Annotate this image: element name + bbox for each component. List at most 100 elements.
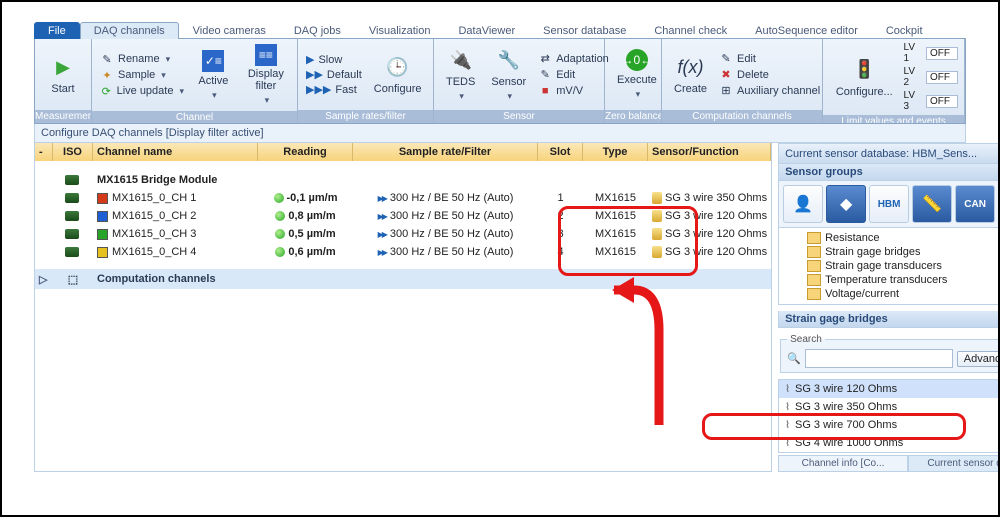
execute-zero-button[interactable]: →0← Execute▾ [611, 47, 663, 102]
channel-row[interactable]: MX1615_0_CH 3 0,5 µm/m ▶▶300 Hz / BE 50 … [35, 225, 771, 243]
folder-icon [807, 260, 821, 272]
status-led-icon [275, 247, 285, 257]
menu-tab-daq-jobs[interactable]: DAQ jobs [280, 22, 355, 39]
sensor-list-item[interactable]: ⌇SG 4 wire 1000 Ohms [779, 434, 1000, 452]
group-hbm-icon[interactable]: HBM [869, 185, 909, 223]
channel-color-icon [97, 193, 108, 204]
channel-color-icon [97, 247, 108, 258]
lv1-row[interactable]: LV 1OFF [904, 42, 958, 64]
sensor-list: ⌇SG 3 wire 120 Ohms ⌇SG 3 wire 350 Ohms … [778, 379, 1000, 453]
col-sensor[interactable]: Sensor/Function [648, 143, 771, 161]
play-icon: ▶ [50, 54, 76, 80]
tab-current-sensor[interactable]: Current sensor dat... [908, 455, 1000, 472]
configure-rates-button[interactable]: 🕒 Configure [368, 52, 428, 97]
channel-color-icon [97, 229, 108, 240]
module-row[interactable]: MX1615 Bridge Module [35, 171, 771, 189]
channel-row[interactable]: MX1615_0_CH 1 -0,1 µm/m ▶▶300 Hz / BE 50… [35, 189, 771, 207]
sensor-list-item[interactable]: ⌇SG 3 wire 350 Ohms [779, 398, 1000, 416]
live-update-button[interactable]: ⟳Live update▾ [98, 84, 186, 98]
menu-tab-channel-check[interactable]: Channel check [640, 22, 741, 39]
sensor-button[interactable]: 🔧 Sensor▾ [485, 45, 532, 104]
fast-button[interactable]: ▶▶▶ Fast [304, 83, 364, 96]
chevron-down-icon: ▾ [166, 54, 171, 65]
menu-tab-visualization[interactable]: Visualization [355, 22, 445, 39]
sensor-groups-title: Sensor groups [778, 164, 1000, 181]
tree-item[interactable]: Strain gage transducers [807, 259, 1000, 273]
chevron-down-icon: ▾ [508, 91, 513, 102]
menu-tab-daq-channels[interactable]: DAQ channels [80, 22, 179, 39]
edit-icon: ✎ [538, 68, 552, 82]
sensor-list-item[interactable]: ⌇SG 3 wire 700 Ohms [779, 416, 1000, 434]
chevron-down-icon: ▾ [179, 86, 184, 97]
sensor-list-item[interactable]: ⌇SG 3 wire 120 Ohms [779, 380, 1000, 398]
chevron-down-icon: ▾ [265, 95, 270, 106]
group-comp-label: Computation channels [662, 110, 822, 123]
fast-forward-icon: ▶▶ [378, 248, 386, 257]
start-label: Start [51, 83, 74, 95]
display-filter-button[interactable]: ≡≡ Display filter▾ [241, 42, 291, 108]
sensor-edit-button[interactable]: ✎Edit [536, 68, 611, 82]
main-menu: File DAQ channels Video cameras DAQ jobs… [34, 20, 966, 38]
tree-item[interactable]: Voltage/current [807, 287, 1000, 301]
fast-forward-icon: ▶▶ [378, 212, 386, 221]
col-name[interactable]: Channel name [93, 143, 258, 161]
rename-button[interactable]: ✎Rename▾ [98, 52, 186, 66]
comp-edit-button[interactable]: ✎Edit [717, 52, 822, 66]
slow-button[interactable]: ▶ Slow [304, 53, 364, 66]
tab-channel-info[interactable]: Channel info [Co... [778, 455, 908, 472]
col-iso[interactable]: ISO [53, 143, 93, 161]
lv3-row[interactable]: LV 3OFF [904, 90, 958, 112]
menu-tab-autoseq[interactable]: AutoSequence editor [741, 22, 872, 39]
advanced-button[interactable]: Advanced... [957, 351, 1000, 367]
device-icon [65, 247, 79, 257]
tree-item[interactable]: Strain gage bridges [807, 245, 1000, 259]
menu-tab-dataviewer[interactable]: DataViewer [444, 22, 529, 39]
traffic-light-icon: 🚦 [851, 57, 877, 83]
computation-row[interactable]: ▷⬚ Computation channels [35, 269, 771, 289]
sample-button[interactable]: ✦Sample▾ [98, 68, 186, 82]
aux-icon: ⊞ [719, 84, 733, 98]
create-comp-button[interactable]: f(x) Create [668, 52, 713, 97]
tree-item[interactable]: Resistance [807, 231, 1000, 245]
search-input[interactable] [805, 349, 953, 368]
group-channel-label: Channel [92, 111, 297, 123]
filter-icon: ≡≡ [255, 44, 277, 66]
fx-icon: f(x) [678, 54, 704, 80]
channel-row[interactable]: MX1615_0_CH 4 0,6 µm/m ▶▶300 Hz / BE 50 … [35, 243, 771, 261]
db-icon [652, 192, 662, 204]
lv2-row[interactable]: LV 2OFF [904, 66, 958, 88]
subheader: Configure DAQ channels [Display filter a… [34, 124, 966, 143]
search-icon: 🔍 [787, 352, 801, 365]
limit-configure-button[interactable]: 🚦 Configure... [829, 55, 900, 100]
sample-icon: ✦ [100, 68, 114, 82]
mvv-button[interactable]: ■mV/V [536, 84, 611, 98]
tree-item[interactable]: Temperature transducers [807, 273, 1000, 287]
active-button[interactable]: ✓≡ Active▾ [190, 48, 237, 103]
menu-tab-sensor-db[interactable]: Sensor database [529, 22, 640, 39]
menu-tab-video[interactable]: Video cameras [179, 22, 280, 39]
default-button[interactable]: ▶▶ Default [304, 68, 364, 81]
col-type[interactable]: Type [583, 143, 648, 161]
group-limit-label: Limit values and events [823, 115, 964, 123]
sensor-tree: ResistanceStrain gage bridgesStrain gage… [778, 228, 1000, 305]
aux-channel-button[interactable]: ⊞Auxiliary channel [717, 84, 822, 98]
col-rate[interactable]: Sample rate/Filter [353, 143, 538, 161]
menu-file[interactable]: File [34, 22, 80, 39]
menu-tab-cockpit[interactable]: Cockpit [872, 22, 937, 39]
group-can-icon[interactable]: CAN [955, 185, 995, 223]
group-rates-label: Sample rates/filter [298, 110, 433, 123]
channel-row[interactable]: MX1615_0_CH 2 0,8 µm/m ▶▶300 Hz / BE 50 … [35, 207, 771, 225]
zero-icon: →0← [626, 49, 648, 71]
start-button[interactable]: ▶ Start [41, 52, 85, 97]
delete-icon: ✖ [719, 68, 733, 82]
col-reading[interactable]: Reading [258, 143, 353, 161]
sensor-db-panel: Current sensor database: HBM_Sens... 📌× … [778, 143, 1000, 472]
db-icon [652, 210, 662, 222]
group-diamond-icon[interactable]: ◆ [826, 185, 866, 223]
col-slot[interactable]: Slot [538, 143, 583, 161]
comp-delete-button[interactable]: ✖Delete [717, 68, 822, 82]
group-ruler-icon[interactable]: 📏 [912, 185, 952, 223]
teds-button[interactable]: 🔌 TEDS▾ [440, 45, 481, 104]
group-person-icon[interactable]: 👤 [783, 185, 823, 223]
adaptation-button[interactable]: ⇄Adaptation [536, 52, 611, 66]
